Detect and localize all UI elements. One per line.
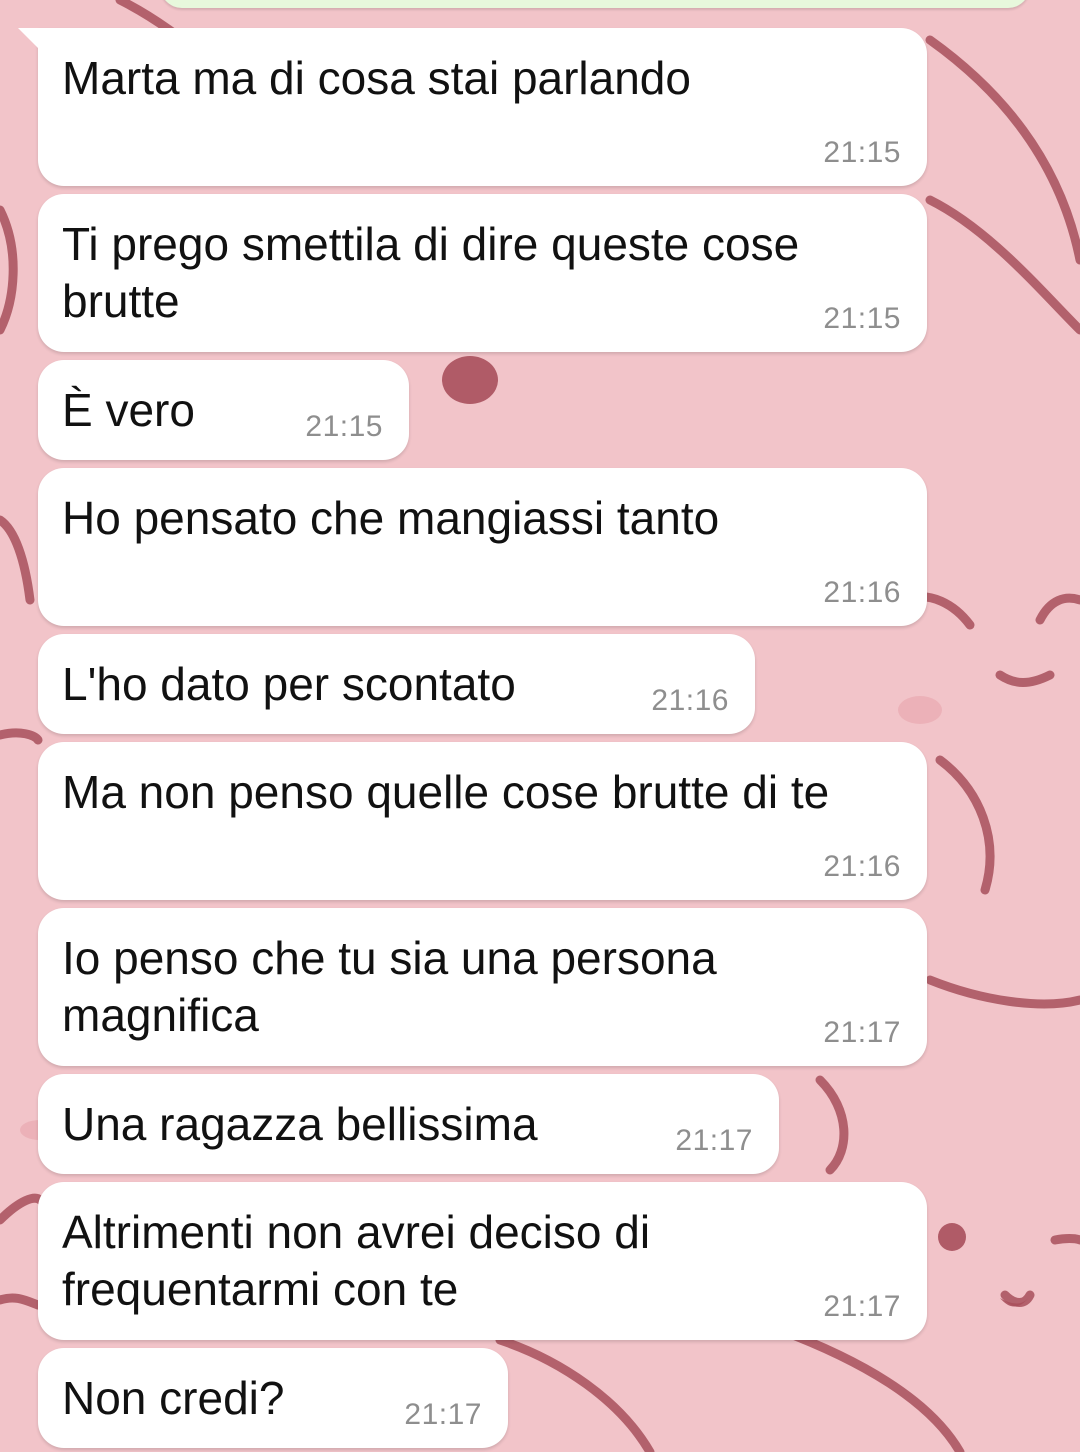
message-text: L'ho dato per scontato xyxy=(62,658,516,710)
message-bubble[interactable]: Altrimenti non avrei deciso di frequenta… xyxy=(38,1182,927,1340)
bubble-tail xyxy=(18,28,40,50)
message-time: 21:17 xyxy=(675,1124,753,1157)
message-time: 21:16 xyxy=(823,850,901,883)
message-text: Ma non penso quelle cose brutte di te xyxy=(62,766,830,818)
message-text: Altrimenti non avrei deciso di frequenta… xyxy=(62,1206,651,1315)
message-time: 21:17 xyxy=(404,1398,482,1431)
message-text: Io penso che tu sia una persona magnific… xyxy=(62,932,717,1041)
message-time: 21:15 xyxy=(305,410,383,443)
message-time: 21:15 xyxy=(823,302,901,335)
message-time: 21:15 xyxy=(823,136,901,169)
message-text: Ti prego smettila di dire queste cose br… xyxy=(62,218,800,327)
message-bubble[interactable]: Marta ma di cosa stai parlando 21:15 xyxy=(18,28,927,186)
message-time: 21:16 xyxy=(823,576,901,609)
message-bubble[interactable]: Non credi? 21:17 xyxy=(38,1348,508,1448)
message-bubble[interactable]: Io penso che tu sia una persona magnific… xyxy=(38,908,927,1066)
message-bubble[interactable]: L'ho dato per scontato 21:16 xyxy=(38,634,755,734)
message-bubble[interactable]: È vero 21:15 xyxy=(38,360,409,460)
message-text: Ho pensato che mangiassi tanto xyxy=(62,492,720,544)
message-text: Marta ma di cosa stai parlando xyxy=(62,52,691,104)
message-time: 21:17 xyxy=(823,1016,901,1049)
message-bubble[interactable]: Una ragazza bellissima 21:17 xyxy=(38,1074,779,1174)
message-text: Una ragazza bellissima xyxy=(62,1098,538,1150)
previous-message-bubble[interactable] xyxy=(160,0,1030,8)
message-time: 21:17 xyxy=(823,1290,901,1323)
message-bubble[interactable]: Ti prego smettila di dire queste cose br… xyxy=(38,194,927,352)
message-bubble[interactable]: Ho pensato che mangiassi tanto 21:16 xyxy=(38,468,927,626)
message-bubble[interactable]: Ma non penso quelle cose brutte di te 21… xyxy=(38,742,927,900)
message-time: 21:16 xyxy=(651,684,729,717)
